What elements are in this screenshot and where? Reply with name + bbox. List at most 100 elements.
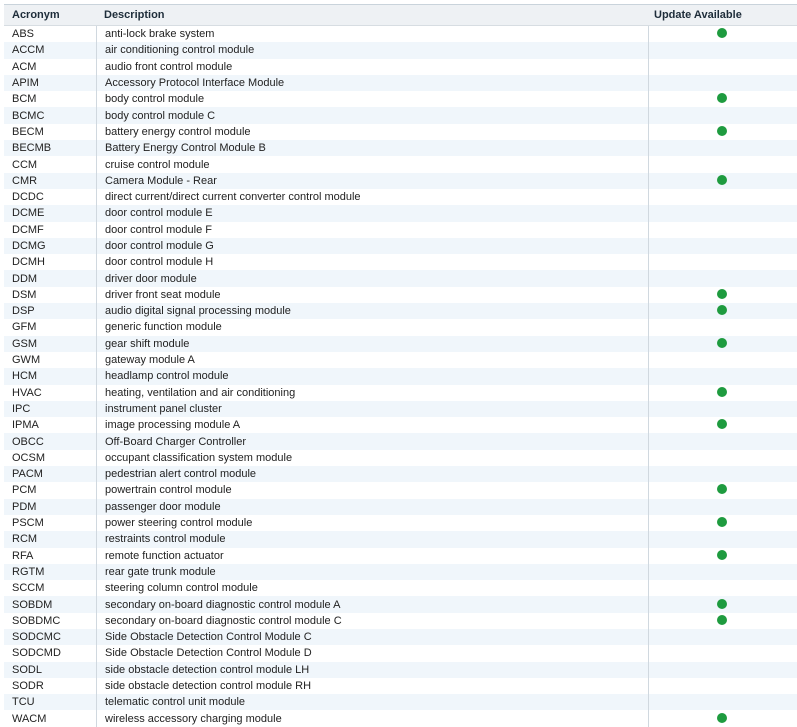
table-row[interactable]: BCM body control module bbox=[4, 91, 797, 108]
update-available-cell bbox=[648, 563, 797, 581]
table-row[interactable]: BECMB Battery Energy Control Module B bbox=[4, 140, 797, 157]
table-row[interactable]: SODCMD Side Obstacle Detection Control Mo… bbox=[4, 645, 797, 662]
acronym-cell: DCMF bbox=[12, 223, 44, 236]
acronym-cell: DCMH bbox=[12, 256, 45, 269]
acronym-cell: ACCM bbox=[12, 44, 45, 57]
table-row[interactable]: PSCM power steering control module bbox=[4, 514, 797, 532]
update-available-cell bbox=[648, 335, 797, 352]
description-cell: gear shift module bbox=[96, 335, 648, 352]
acronym-cell: APIM bbox=[12, 77, 39, 90]
table-row[interactable]: DCMH door control module H bbox=[4, 254, 797, 271]
table-row[interactable]: BCMC body control module C bbox=[4, 107, 797, 124]
table-row[interactable]: SODL side obstacle detection control modu… bbox=[4, 661, 797, 678]
update-available-cell bbox=[648, 498, 797, 515]
table-row[interactable]: IPC instrument panel cluster bbox=[4, 400, 797, 418]
table-row[interactable]: DCDC direct current/direct current conver… bbox=[4, 188, 797, 206]
update-available-indicator-icon bbox=[717, 93, 727, 104]
table-row[interactable]: CCM cruise control module bbox=[4, 156, 797, 173]
table-row[interactable]: HVAC heating, ventilation and air conditi… bbox=[4, 384, 797, 401]
table-row[interactable]: RFA remote function actuator bbox=[4, 547, 797, 564]
acronym-cell: WACM bbox=[12, 712, 47, 725]
table-row[interactable]: GWM gateway module A bbox=[4, 351, 797, 369]
description-cell: door control module G bbox=[96, 237, 648, 255]
acronym-cell: PDM bbox=[12, 500, 37, 513]
table-row[interactable]: TCU telematic control unit module bbox=[4, 694, 797, 711]
table-header: Acronym Description Update Available bbox=[4, 5, 797, 26]
update-available-cell bbox=[648, 172, 797, 189]
update-available-cell bbox=[648, 107, 797, 124]
table-row[interactable]: PCM powertrain control module bbox=[4, 482, 797, 499]
update-available-cell bbox=[648, 596, 797, 613]
acronym-cell: IPMA bbox=[12, 419, 39, 432]
table-row[interactable]: APIM Accessory Protocol Interface Module bbox=[4, 74, 797, 92]
table-row[interactable]: IPMA image processing module A bbox=[4, 417, 797, 434]
table-row[interactable]: DCMG door control module G bbox=[4, 237, 797, 255]
acronym-cell: GFM bbox=[12, 321, 37, 334]
update-available-indicator-icon bbox=[717, 517, 727, 528]
table-row[interactable]: SOBDM secondary on-board diagnostic contr… bbox=[4, 596, 797, 613]
table-row[interactable]: PACM pedestrian alert control module bbox=[4, 466, 797, 483]
acronym-cell: SOBDM bbox=[12, 598, 53, 611]
table-row[interactable]: GFM generic function module bbox=[4, 319, 797, 336]
acronym-cell: PSCM bbox=[12, 517, 44, 530]
table-row[interactable]: CMR Camera Module - Rear bbox=[4, 172, 797, 189]
update-available-cell bbox=[648, 628, 797, 646]
table-row[interactable]: DCMF door control module F bbox=[4, 221, 797, 238]
acronym-cell: CCM bbox=[12, 158, 38, 171]
description-cell: Side Obstacle Detection Control Module C bbox=[96, 628, 648, 646]
update-available-cell bbox=[648, 188, 797, 206]
column-header-description[interactable]: Description bbox=[96, 5, 648, 25]
table-row[interactable]: DSP audio digital signal processing modul… bbox=[4, 303, 797, 320]
acronym-cell: SOBDMC bbox=[12, 614, 61, 627]
table-row[interactable]: SODR side obstacle detection control modu… bbox=[4, 677, 797, 695]
update-available-cell bbox=[648, 580, 797, 597]
update-available-cell bbox=[648, 612, 797, 629]
column-header-acronym[interactable]: Acronym bbox=[4, 9, 96, 21]
table-row[interactable]: DSM driver front seat module bbox=[4, 286, 797, 304]
update-available-cell bbox=[648, 661, 797, 678]
table-row[interactable]: OBCC Off-Board Charger Controller bbox=[4, 433, 797, 450]
table-row[interactable]: OCSM occupant classification system modul… bbox=[4, 449, 797, 467]
table-row[interactable]: HCM headlamp control module bbox=[4, 368, 797, 385]
table-row[interactable]: GSM gear shift module bbox=[4, 335, 797, 352]
description-cell: driver door module bbox=[96, 270, 648, 287]
update-available-indicator-icon bbox=[717, 337, 727, 348]
table-row[interactable]: BECM battery energy control module bbox=[4, 123, 797, 141]
update-available-cell bbox=[648, 156, 797, 173]
description-cell: passenger door module bbox=[96, 498, 648, 515]
description-cell: heating, ventilation and air conditionin… bbox=[96, 384, 648, 401]
update-available-indicator-icon bbox=[717, 549, 727, 560]
table-body: ABS anti-lock brake system ACCM air conditi… bbox=[4, 26, 797, 727]
acronym-cell: OCSM bbox=[12, 451, 45, 464]
description-cell: door control module F bbox=[96, 221, 648, 238]
description-cell: occupant classification system module bbox=[96, 449, 648, 467]
table-row[interactable]: DCME door control module E bbox=[4, 205, 797, 222]
update-available-cell bbox=[648, 221, 797, 238]
update-available-cell bbox=[648, 466, 797, 483]
description-cell: remote function actuator bbox=[96, 547, 648, 564]
table-row[interactable]: SOBDMC secondary on-board diagnostic cont… bbox=[4, 612, 797, 629]
update-available-indicator-icon bbox=[717, 174, 727, 185]
table-row[interactable]: ABS anti-lock brake system bbox=[4, 26, 797, 43]
table-row[interactable]: DDM driver door module bbox=[4, 270, 797, 287]
description-cell: Camera Module - Rear bbox=[96, 172, 648, 189]
acronym-cell: GWM bbox=[12, 354, 41, 367]
table-row[interactable]: ACM audio front control module bbox=[4, 58, 797, 75]
acronym-cell: OBCC bbox=[12, 435, 44, 448]
update-available-cell bbox=[648, 547, 797, 564]
table-row[interactable]: PDM passenger door module bbox=[4, 498, 797, 515]
acronym-cell: RFA bbox=[12, 549, 34, 562]
table-row[interactable]: SODCMC Side Obstacle Detection Control Mo… bbox=[4, 628, 797, 646]
column-header-update-available[interactable]: Update Available bbox=[648, 5, 797, 25]
table-row[interactable]: ACCM air conditioning control module bbox=[4, 42, 797, 59]
description-cell: powertrain control module bbox=[96, 482, 648, 499]
description-cell: rear gate trunk module bbox=[96, 563, 648, 581]
acronym-cell: CMR bbox=[12, 174, 38, 187]
description-cell: door control module H bbox=[96, 254, 648, 271]
update-available-cell bbox=[648, 710, 797, 727]
table-row[interactable]: RCM restraints control module bbox=[4, 531, 797, 548]
table-row[interactable]: RGTM rear gate trunk module bbox=[4, 563, 797, 581]
update-available-cell bbox=[648, 91, 797, 108]
table-row[interactable]: WACM wireless accessory charging module bbox=[4, 710, 797, 727]
table-row[interactable]: SCCM steering column control module bbox=[4, 580, 797, 597]
